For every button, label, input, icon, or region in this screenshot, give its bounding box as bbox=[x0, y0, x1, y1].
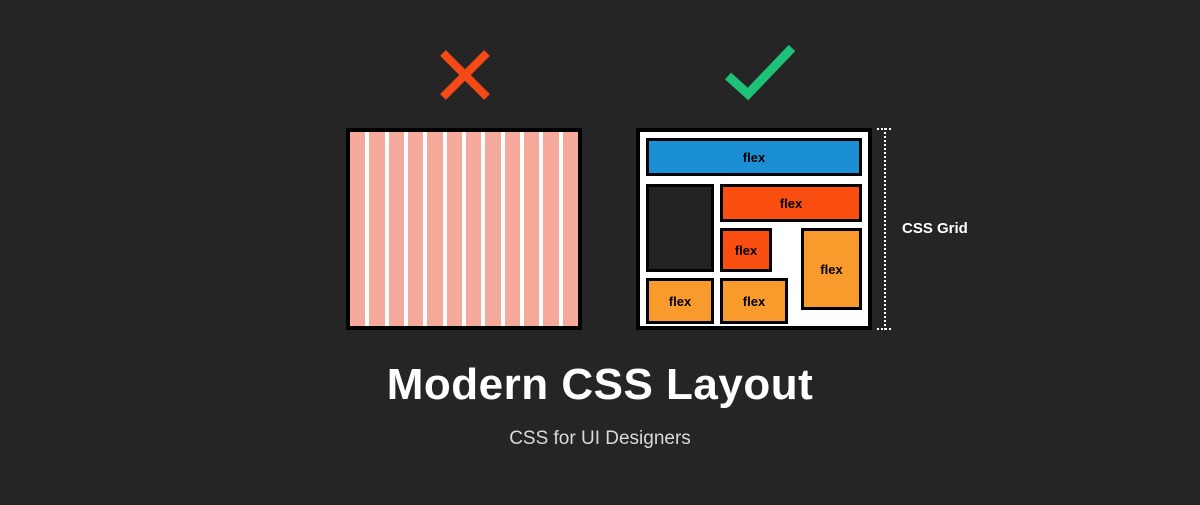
flex-box-top: flex bbox=[646, 138, 862, 176]
bad-panel bbox=[346, 128, 582, 330]
good-panel: flex flex flex flex flex flex bbox=[636, 128, 872, 330]
diagram-canvas: flex flex flex flex flex flex CSS Grid M… bbox=[0, 0, 1200, 505]
column-stripe bbox=[505, 132, 524, 326]
column-stripe bbox=[389, 132, 408, 326]
column-stripe bbox=[350, 132, 369, 326]
flex-box-bl1: flex bbox=[646, 278, 714, 324]
flex-box-small: flex bbox=[720, 228, 772, 272]
check-icon bbox=[720, 38, 800, 108]
column-stripe bbox=[408, 132, 427, 326]
bracket-label: CSS Grid bbox=[902, 220, 968, 237]
column-stripe bbox=[466, 132, 485, 326]
column-stripe bbox=[563, 132, 578, 326]
column-stripe bbox=[524, 132, 543, 326]
bracket-line bbox=[884, 128, 886, 330]
page-subtitle: CSS for UI Designers bbox=[0, 428, 1200, 450]
column-stripe bbox=[427, 132, 446, 326]
column-stripe bbox=[543, 132, 562, 326]
column-stripe bbox=[369, 132, 388, 326]
column-stripe bbox=[485, 132, 504, 326]
flex-box-row2: flex bbox=[720, 184, 862, 222]
flex-box-dark bbox=[646, 184, 714, 272]
page-title: Modern CSS Layout bbox=[0, 360, 1200, 410]
flex-box-tall: flex bbox=[801, 228, 862, 310]
column-stripe bbox=[447, 132, 466, 326]
cross-icon bbox=[435, 45, 495, 105]
flex-box-bl2: flex bbox=[720, 278, 788, 324]
bracket-bottom bbox=[877, 328, 891, 330]
